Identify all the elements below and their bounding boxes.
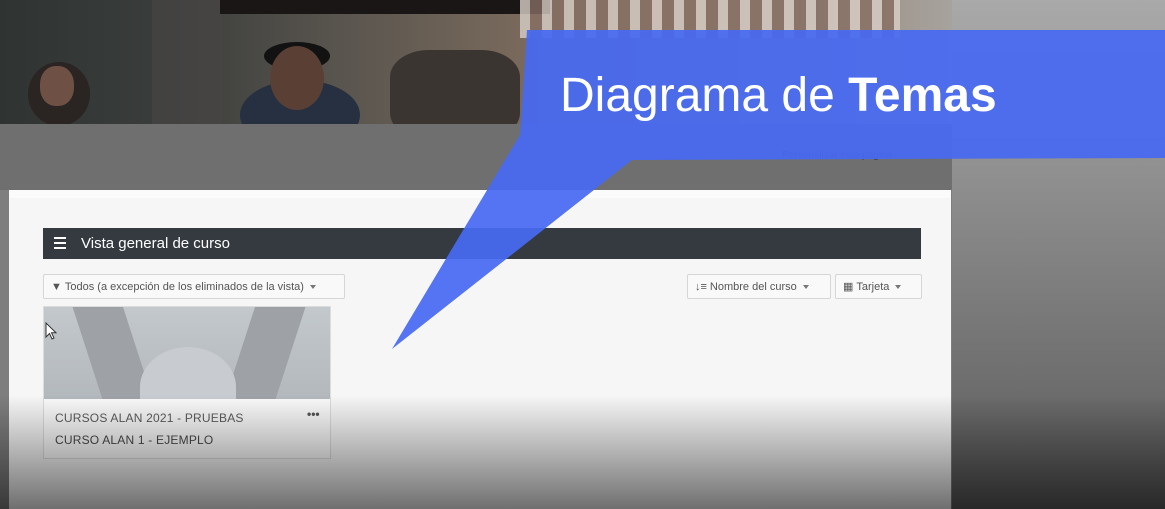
overlay-title-bold: Temas — [848, 69, 997, 122]
overlay-title-light: Diagrama de — [560, 69, 849, 122]
screen: Personalizar esta página Vista general d… — [0, 0, 1165, 509]
overlay-title: Diagrama de Temas — [560, 68, 997, 123]
